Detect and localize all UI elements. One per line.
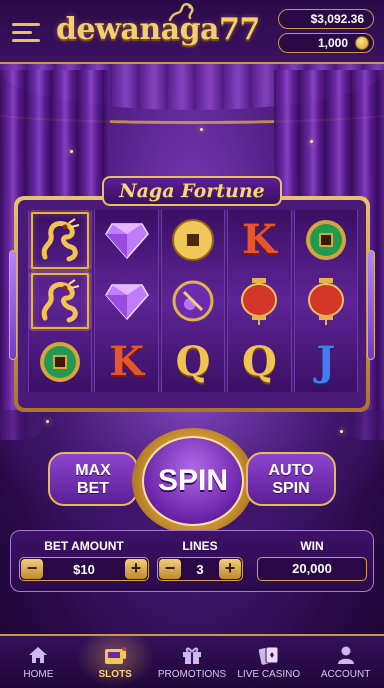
symbol-king: K [228,210,290,271]
symbol-dragon [29,271,91,332]
red-lantern-icon [307,278,344,325]
nav-live-casino[interactable]: LIVE CASINO [230,636,307,688]
spin-button[interactable]: SPIN [142,436,244,526]
bet-amount-value: $10 [73,561,95,577]
symbol-king: K [95,331,157,392]
symbol-bonus-orb [162,271,224,332]
nav-promotions-label: PROMOTIONS [157,669,227,680]
auto-spin-button[interactable]: AUTO SPIN [246,452,336,506]
reels: K Q K Q J [28,210,359,392]
symbol-purple-gem [95,210,157,271]
symbol-jack: J [295,331,357,392]
symbol-purple-gem [95,271,157,332]
dragon-logo-icon [168,3,194,22]
nav-home[interactable]: HOME [0,636,77,688]
coin-balance: 1,000 [278,33,374,53]
nav-account-label: ACCOUNT [320,669,371,680]
symbol-jade-coin [295,210,357,271]
nav-account[interactable]: ACCOUNT [307,636,384,688]
sparkle [70,150,73,153]
side-light-right [367,250,375,360]
lines-increase-button[interactable]: + [219,559,241,579]
bonus-orb-icon [172,280,214,322]
lines-value: 3 [196,561,204,577]
queen-letter-icon: Q [175,337,211,385]
jade-coin-icon [305,220,346,261]
slot-machine-icon [102,644,128,666]
queen-letter-icon: Q [242,337,277,385]
bottom-nav: HOME SLOTS PROMOTIONS LIVE CASINO ACCOUN… [0,634,384,688]
king-letter-icon: K [242,216,277,264]
bet-decrease-button[interactable]: − [21,559,43,579]
lines-decrease-button[interactable]: − [159,559,181,579]
nav-home-label: HOME [23,669,54,680]
bet-amount-label: BET AMOUNT [44,539,124,553]
max-bet-label-1: MAX [75,462,111,479]
win-label: WIN [300,539,324,553]
cards-icon [256,644,282,666]
nav-slots[interactable]: SLOTS [76,636,154,688]
slot-machine: K Q K Q J [14,196,370,412]
person-icon [333,644,359,666]
bet-amount-stepper: − $10 + [19,557,149,581]
reel-4: K Q [227,210,292,392]
symbol-jade-coin [29,331,91,392]
bet-increase-button[interactable]: + [125,559,147,579]
symbol-red-lantern [228,271,290,332]
symbol-gold-coin [162,210,224,271]
purple-gem-icon [104,284,149,321]
jack-letter-icon: J [316,337,336,385]
red-lantern-icon [241,278,278,325]
money-balance: $3,092.36 [278,9,374,29]
lines-stepper: − 3 + [157,557,243,581]
symbol-queen: Q [228,331,290,392]
king-letter-icon: K [109,337,144,385]
home-icon [25,644,51,666]
bet-panel: BET AMOUNT − $10 + LINES − 3 + WIN 20,00… [10,530,374,592]
brand-logo: dewanaga77 [56,12,260,47]
reel-5: J [293,210,359,392]
reel-3: Q [160,210,226,392]
side-light-left [9,250,17,360]
slot-window: K Q K Q J [18,200,366,408]
symbol-red-lantern [295,271,357,332]
sparkle [310,140,313,143]
jade-coin-icon [40,341,81,382]
sparkle [340,430,343,433]
game-title: Naga Fortune [102,176,282,206]
gold-coin-icon [172,219,215,262]
nav-live-casino-label: LIVE CASINO [237,669,301,680]
dragon-icon [41,279,80,323]
symbol-dragon [29,210,91,271]
menu-icon[interactable] [12,23,42,43]
auto-spin-label-2: SPIN [272,480,310,497]
top-bar: dewanaga77 $3,092.36 1,000 [0,0,384,64]
reel-1 [28,210,93,392]
max-bet-label-2: BET [77,480,109,497]
nav-promotions[interactable]: PROMOTIONS [154,636,231,688]
coin-icon [355,36,369,50]
lines-label: LINES [182,539,218,553]
symbol-queen: Q [162,331,224,392]
max-bet-button[interactable]: MAX BET [48,452,138,506]
purple-gem-icon [104,223,149,260]
nav-slots-label: SLOTS [98,669,132,680]
sparkle [46,420,49,423]
reel-2: K [94,210,159,392]
win-value: 20,000 [257,557,367,581]
sparkle [200,128,203,131]
dragon-icon [41,218,80,262]
coin-balance-value: 1,000 [317,36,348,50]
auto-spin-label-1: AUTO [268,462,314,479]
gift-icon [179,644,205,666]
